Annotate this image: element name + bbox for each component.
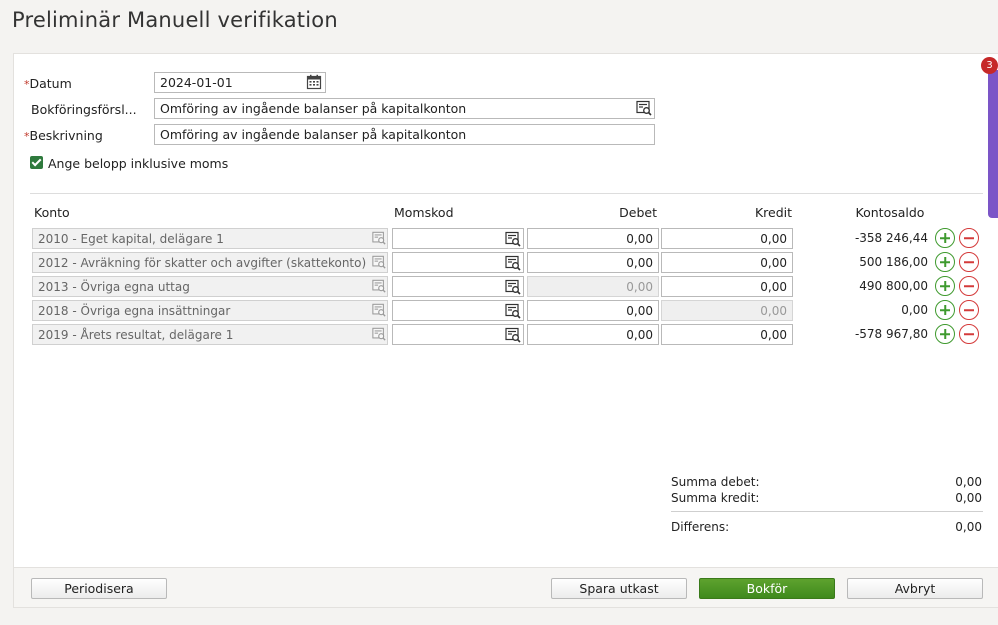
datum-value: 2024-01-01	[160, 75, 233, 90]
table-row: 2013 - Övriga egna uttag 0,00 0,00 490 800,…	[32, 276, 992, 298]
beskrivning-label-text: Beskrivning	[29, 128, 103, 143]
remove-row-icon[interactable]	[959, 228, 979, 248]
summa-debet-value: 0,00	[955, 475, 982, 489]
lookup-search-icon[interactable]	[372, 279, 386, 293]
kredit-input[interactable]: 0,00	[661, 252, 793, 273]
momskod-field[interactable]	[392, 228, 524, 249]
forslag-input[interactable]: Omföring av ingående balanser på kapital…	[154, 98, 655, 119]
add-row-icon[interactable]	[935, 228, 955, 248]
side-help-tab[interactable]	[988, 70, 998, 218]
periodisera-button[interactable]: Periodisera	[31, 578, 167, 599]
lookup-search-icon[interactable]	[372, 327, 386, 341]
header-konto: Konto	[34, 205, 70, 220]
notification-badge[interactable]: 3	[981, 57, 998, 74]
summa-debet-label: Summa debet:	[671, 475, 760, 489]
add-row-icon[interactable]	[935, 324, 955, 344]
lookup-search-icon[interactable]	[505, 303, 521, 319]
page-title: Preliminär Manuell verifikation	[12, 8, 338, 32]
remove-row-icon[interactable]	[959, 324, 979, 344]
calendar-icon[interactable]	[306, 74, 322, 90]
bokfor-button[interactable]: Bokför	[699, 578, 835, 599]
differens-label: Differens:	[671, 520, 730, 534]
momskod-field[interactable]	[392, 300, 524, 321]
kontosaldo-value: 500 186,00	[859, 255, 928, 269]
lookup-search-icon[interactable]	[636, 100, 652, 116]
table-row: 2019 - Årets resultat, delägare 1 0,00 0,0…	[32, 324, 992, 346]
konto-value: 2013 - Övriga egna uttag	[38, 280, 190, 294]
summa-kredit-label: Summa kredit:	[671, 491, 760, 505]
datum-input[interactable]: 2024-01-01	[154, 72, 326, 93]
konto-value: 2012 - Avräkning för skatter och avgifte…	[38, 256, 367, 270]
lookup-search-icon[interactable]	[505, 279, 521, 295]
konto-value: 2010 - Eget kapital, delägare 1	[38, 232, 224, 246]
momskod-field[interactable]	[392, 324, 524, 345]
debet-input[interactable]: 0,00	[527, 252, 659, 273]
lookup-search-icon[interactable]	[372, 255, 386, 269]
beskrivning-input[interactable]: Omföring av ingående balanser på kapital…	[154, 124, 655, 145]
kredit-input[interactable]: 0,00	[661, 324, 793, 345]
lookup-search-icon[interactable]	[372, 303, 386, 317]
konto-field[interactable]: 2012 - Avräkning för skatter och avgifte…	[32, 252, 388, 273]
lookup-search-icon[interactable]	[505, 327, 521, 343]
header-kredit: Kredit	[754, 205, 792, 220]
add-row-icon[interactable]	[935, 300, 955, 320]
summary-divider	[671, 511, 983, 512]
remove-row-icon[interactable]	[959, 276, 979, 296]
lookup-search-icon[interactable]	[505, 231, 521, 247]
spara-utkast-button[interactable]: Spara utkast	[551, 578, 687, 599]
kontosaldo-value: 0,00	[901, 303, 928, 317]
momskod-field[interactable]	[392, 276, 524, 297]
kredit-input[interactable]: 0,00	[661, 276, 793, 297]
add-row-icon[interactable]	[935, 252, 955, 272]
momskod-field[interactable]	[392, 252, 524, 273]
konto-value: 2018 - Övriga egna insättningar	[38, 304, 231, 318]
differens-value: 0,00	[955, 520, 982, 534]
summa-kredit-value: 0,00	[955, 491, 982, 505]
lookup-search-icon[interactable]	[505, 255, 521, 271]
table-row: 2012 - Avräkning för skatter och avgifte…	[32, 252, 992, 274]
kontosaldo-value: -578 967,80	[854, 327, 928, 341]
debet-input[interactable]: 0,00	[527, 324, 659, 345]
beskrivning-value: Omföring av ingående balanser på kapital…	[160, 127, 467, 142]
kontosaldo-value: 490 800,00	[859, 279, 928, 293]
avbryt-button[interactable]: Avbryt	[847, 578, 983, 599]
konto-value: 2019 - Årets resultat, delägare 1	[38, 328, 234, 342]
header-kontosaldo: Kontosaldo	[855, 205, 925, 220]
konto-field[interactable]: 2013 - Övriga egna uttag	[32, 276, 388, 297]
konto-field[interactable]: 2018 - Övriga egna insättningar	[32, 300, 388, 321]
datum-label-text: Datum	[29, 76, 72, 91]
header-momskod: Momskod	[394, 205, 454, 220]
header-debet: Debet	[619, 205, 657, 220]
kontosaldo-value: -358 246,44	[854, 231, 928, 245]
remove-row-icon[interactable]	[959, 252, 979, 272]
debet-input[interactable]: 0,00	[527, 300, 659, 321]
moms-checkbox[interactable]	[30, 156, 43, 169]
beskrivning-label: *Beskrivning	[24, 128, 103, 143]
moms-checkbox-label: Ange belopp inklusive moms	[48, 156, 229, 171]
forslag-value: Omföring av ingående balanser på kapital…	[160, 101, 467, 116]
section-divider	[30, 193, 983, 194]
debet-input: 0,00	[527, 276, 659, 297]
table-row: 2018 - Övriga egna insättningar 0,00 0,00 0…	[32, 300, 992, 322]
konto-field[interactable]: 2010 - Eget kapital, delägare 1	[32, 228, 388, 249]
forslag-label: Bokföringsförsl...	[31, 102, 137, 117]
table-row: 2010 - Eget kapital, delägare 1 0,00 0,00 -…	[32, 228, 992, 250]
debet-input[interactable]: 0,00	[527, 228, 659, 249]
kredit-input[interactable]: 0,00	[661, 228, 793, 249]
datum-label: *Datum	[24, 76, 72, 91]
kredit-input: 0,00	[661, 300, 793, 321]
konto-field[interactable]: 2019 - Årets resultat, delägare 1	[32, 324, 388, 345]
remove-row-icon[interactable]	[959, 300, 979, 320]
add-row-icon[interactable]	[935, 276, 955, 296]
lookup-search-icon[interactable]	[372, 231, 386, 245]
